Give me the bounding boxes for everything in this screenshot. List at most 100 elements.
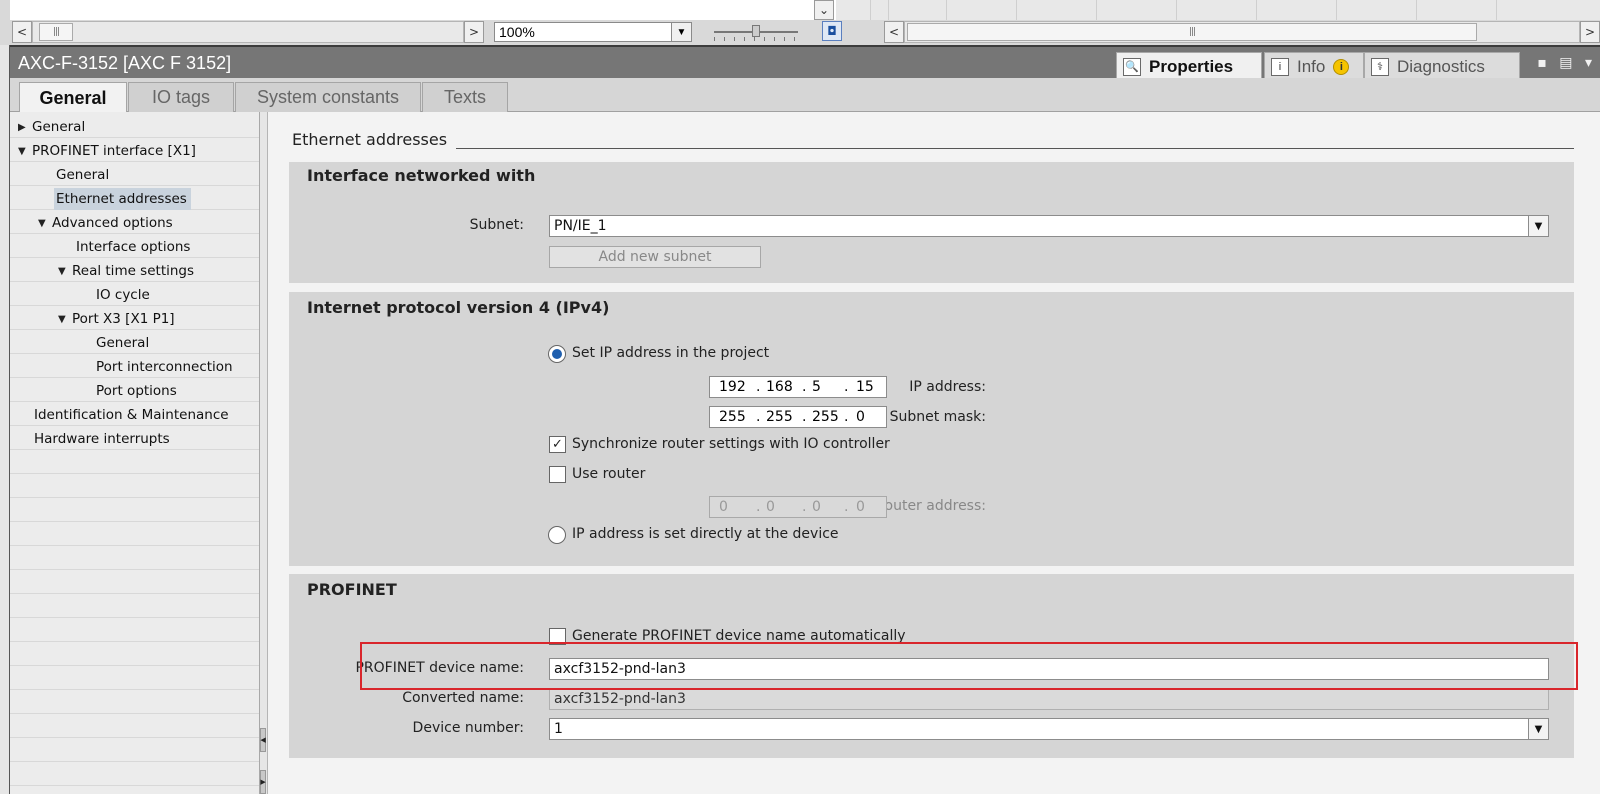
add-new-subnet-button[interactable]: Add new subnet: [549, 246, 761, 268]
tab-diagnostics-label: Diagnostics: [1397, 56, 1485, 76]
editor-grid-area: [836, 0, 1600, 20]
mask-octet: 255: [812, 409, 839, 425]
tab-diagnostics[interactable]: ⚕ Diagnostics: [1364, 52, 1520, 80]
ip-dot: .: [844, 379, 849, 395]
nav-item-label: General: [32, 119, 86, 135]
caret-down-icon[interactable]: ▼: [18, 146, 32, 157]
scrollbar-thumb-2[interactable]: |||: [907, 23, 1477, 41]
converted-name-field: axcf3152-pnd-lan3: [549, 688, 1549, 710]
scroll-right-button[interactable]: >: [464, 21, 484, 43]
zoom-value: 100%: [499, 24, 535, 40]
subnet-mask-label: Subnet mask:: [889, 409, 986, 425]
subnet-label: Subnet:: [469, 217, 524, 233]
sync-router-checkbox[interactable]: ✓: [549, 436, 566, 453]
nav-item-general[interactable]: ▶ General: [18, 116, 89, 138]
nav-item-label: Hardware interrupts: [34, 431, 170, 447]
scroll-right-button-2[interactable]: >: [1580, 21, 1600, 43]
caret-down-icon[interactable]: ▼: [38, 218, 52, 229]
tab-info[interactable]: i Info i: [1264, 52, 1364, 80]
section-title: Ethernet addresses: [292, 130, 448, 149]
ip-address-field[interactable]: 192 . 168 . 5 . 15: [709, 376, 887, 398]
subtab-system-constants[interactable]: System constants: [235, 82, 421, 112]
chevron-down-icon[interactable]: ▼: [1528, 719, 1548, 739]
nav-splitter[interactable]: ◀ ▶: [260, 112, 268, 794]
info-icon: i: [1271, 57, 1289, 76]
nav-item-profinet-interface[interactable]: ▼ PROFINET interface [X1]: [18, 140, 200, 162]
group-ipv4: Internet protocol version 4 (IPv4) Set I…: [289, 292, 1574, 566]
subnet-mask-field[interactable]: 255 . 255 . 255 . 0: [709, 406, 887, 428]
caret-right-icon[interactable]: ▶: [18, 122, 32, 133]
nav-item-ethernet-addresses[interactable]: Ethernet addresses: [54, 188, 191, 210]
router-address-field[interactable]: 0 . 0 . 0 . 0: [709, 496, 887, 518]
subtab-texts[interactable]: Texts: [422, 82, 508, 112]
inspector-title-bar: AXC-F-3152 [AXC F 3152] 🔍 Properties i I…: [10, 45, 1600, 80]
nav-item-port-general[interactable]: General: [96, 332, 153, 354]
nav-item-label: Ethernet addresses: [56, 191, 187, 207]
group-title: Internet protocol version 4 (IPv4): [307, 298, 610, 317]
horizontal-scrollbar-track[interactable]: |||: [32, 21, 464, 43]
ip-octet: 15: [856, 379, 874, 395]
sync-router-label: Synchronize router settings with IO cont…: [572, 436, 890, 452]
nav-item-io-cycle[interactable]: IO cycle: [96, 284, 154, 306]
chevron-down-icon[interactable]: ▼: [1528, 216, 1548, 236]
use-router-checkbox[interactable]: [549, 466, 566, 483]
scrollbar-thumb[interactable]: |||: [39, 23, 73, 41]
caret-down-icon[interactable]: ▼: [58, 266, 72, 277]
router-address-label: Router address:: [875, 498, 986, 514]
properties-icon: 🔍: [1123, 57, 1141, 76]
nav-item-port-x3[interactable]: ▼ Port X3 [X1 P1]: [58, 308, 179, 330]
subtab-general[interactable]: General: [19, 82, 127, 113]
ip-octet: 192: [719, 379, 746, 395]
nav-item-label: Port options: [96, 383, 177, 399]
subnet-select[interactable]: PN/IE_1 ▼: [549, 215, 1549, 237]
nav-item-identification-maintenance[interactable]: Identification & Maintenance: [34, 404, 233, 426]
subtab-label: General: [39, 87, 107, 108]
left-edge-border: [0, 45, 10, 794]
subtab-label: IO tags: [151, 87, 211, 107]
group-title: PROFINET: [307, 580, 397, 599]
nav-item-label: PROFINET interface [X1]: [32, 143, 196, 159]
nav-item-port-interconnection[interactable]: Port interconnection: [96, 356, 237, 378]
router-octet: 0: [719, 499, 728, 515]
caret-down-icon[interactable]: ▼: [58, 314, 72, 325]
ip-dot: .: [802, 379, 807, 395]
group-title: Interface networked with: [307, 166, 536, 185]
mask-octet: 255: [766, 409, 793, 425]
scroll-left-button[interactable]: <: [12, 21, 32, 43]
nav-item-hardware-interrupts[interactable]: Hardware interrupts: [34, 428, 174, 450]
subtab-io-tags[interactable]: IO tags: [128, 82, 234, 112]
nav-item-advanced-options[interactable]: ▼ Advanced options: [38, 212, 177, 234]
tab-info-label: Info: [1297, 56, 1326, 76]
nav-item-interface-options[interactable]: Interface options: [76, 236, 194, 258]
router-octet: 0: [812, 499, 821, 515]
device-number-select[interactable]: 1 ▼: [549, 718, 1549, 740]
converted-name-label: Converted name:: [402, 690, 524, 706]
expand-right-icon[interactable]: ▶: [260, 770, 266, 794]
group-interface-networked: Interface networked with Subnet: PN/IE_1…: [289, 162, 1574, 283]
diagnostics-icon: ⚕: [1371, 57, 1389, 76]
collapse-left-icon[interactable]: ◀: [260, 728, 266, 752]
set-ip-at-device-radio[interactable]: [548, 526, 566, 544]
nav-item-label: Identification & Maintenance: [34, 407, 229, 423]
nav-item-label: Port interconnection: [96, 359, 233, 375]
info-badge-icon: i: [1333, 58, 1350, 75]
zoom-fit-icon[interactable]: ◘: [822, 21, 842, 41]
mask-octet: 0: [856, 409, 865, 425]
zoom-slider-knob[interactable]: [752, 25, 760, 37]
scroll-left-button-2[interactable]: <: [884, 21, 904, 43]
nav-item-real-time-settings[interactable]: ▼ Real time settings: [58, 260, 198, 282]
nav-item-label: IO cycle: [96, 287, 150, 303]
tab-properties[interactable]: 🔍 Properties: [1116, 52, 1262, 80]
zoom-select[interactable]: 100% ▼: [494, 22, 692, 42]
nav-item-port-options[interactable]: Port options: [96, 380, 181, 402]
chevron-down-icon[interactable]: ⌄: [814, 0, 834, 20]
set-ip-in-project-radio[interactable]: [548, 345, 566, 363]
window-controls[interactable]: ▪ ▤ ▾: [1537, 55, 1596, 71]
set-ip-at-device-label: IP address is set directly at the device: [572, 526, 839, 542]
chevron-down-icon[interactable]: ▼: [671, 23, 691, 41]
tab-properties-label: Properties: [1149, 56, 1234, 76]
nav-item-interface-general[interactable]: General: [56, 164, 113, 186]
device-name-highlight-box: [360, 642, 1578, 690]
zoom-slider[interactable]: [712, 22, 800, 42]
horizontal-scrollbar-track-2[interactable]: |||: [904, 21, 1580, 43]
